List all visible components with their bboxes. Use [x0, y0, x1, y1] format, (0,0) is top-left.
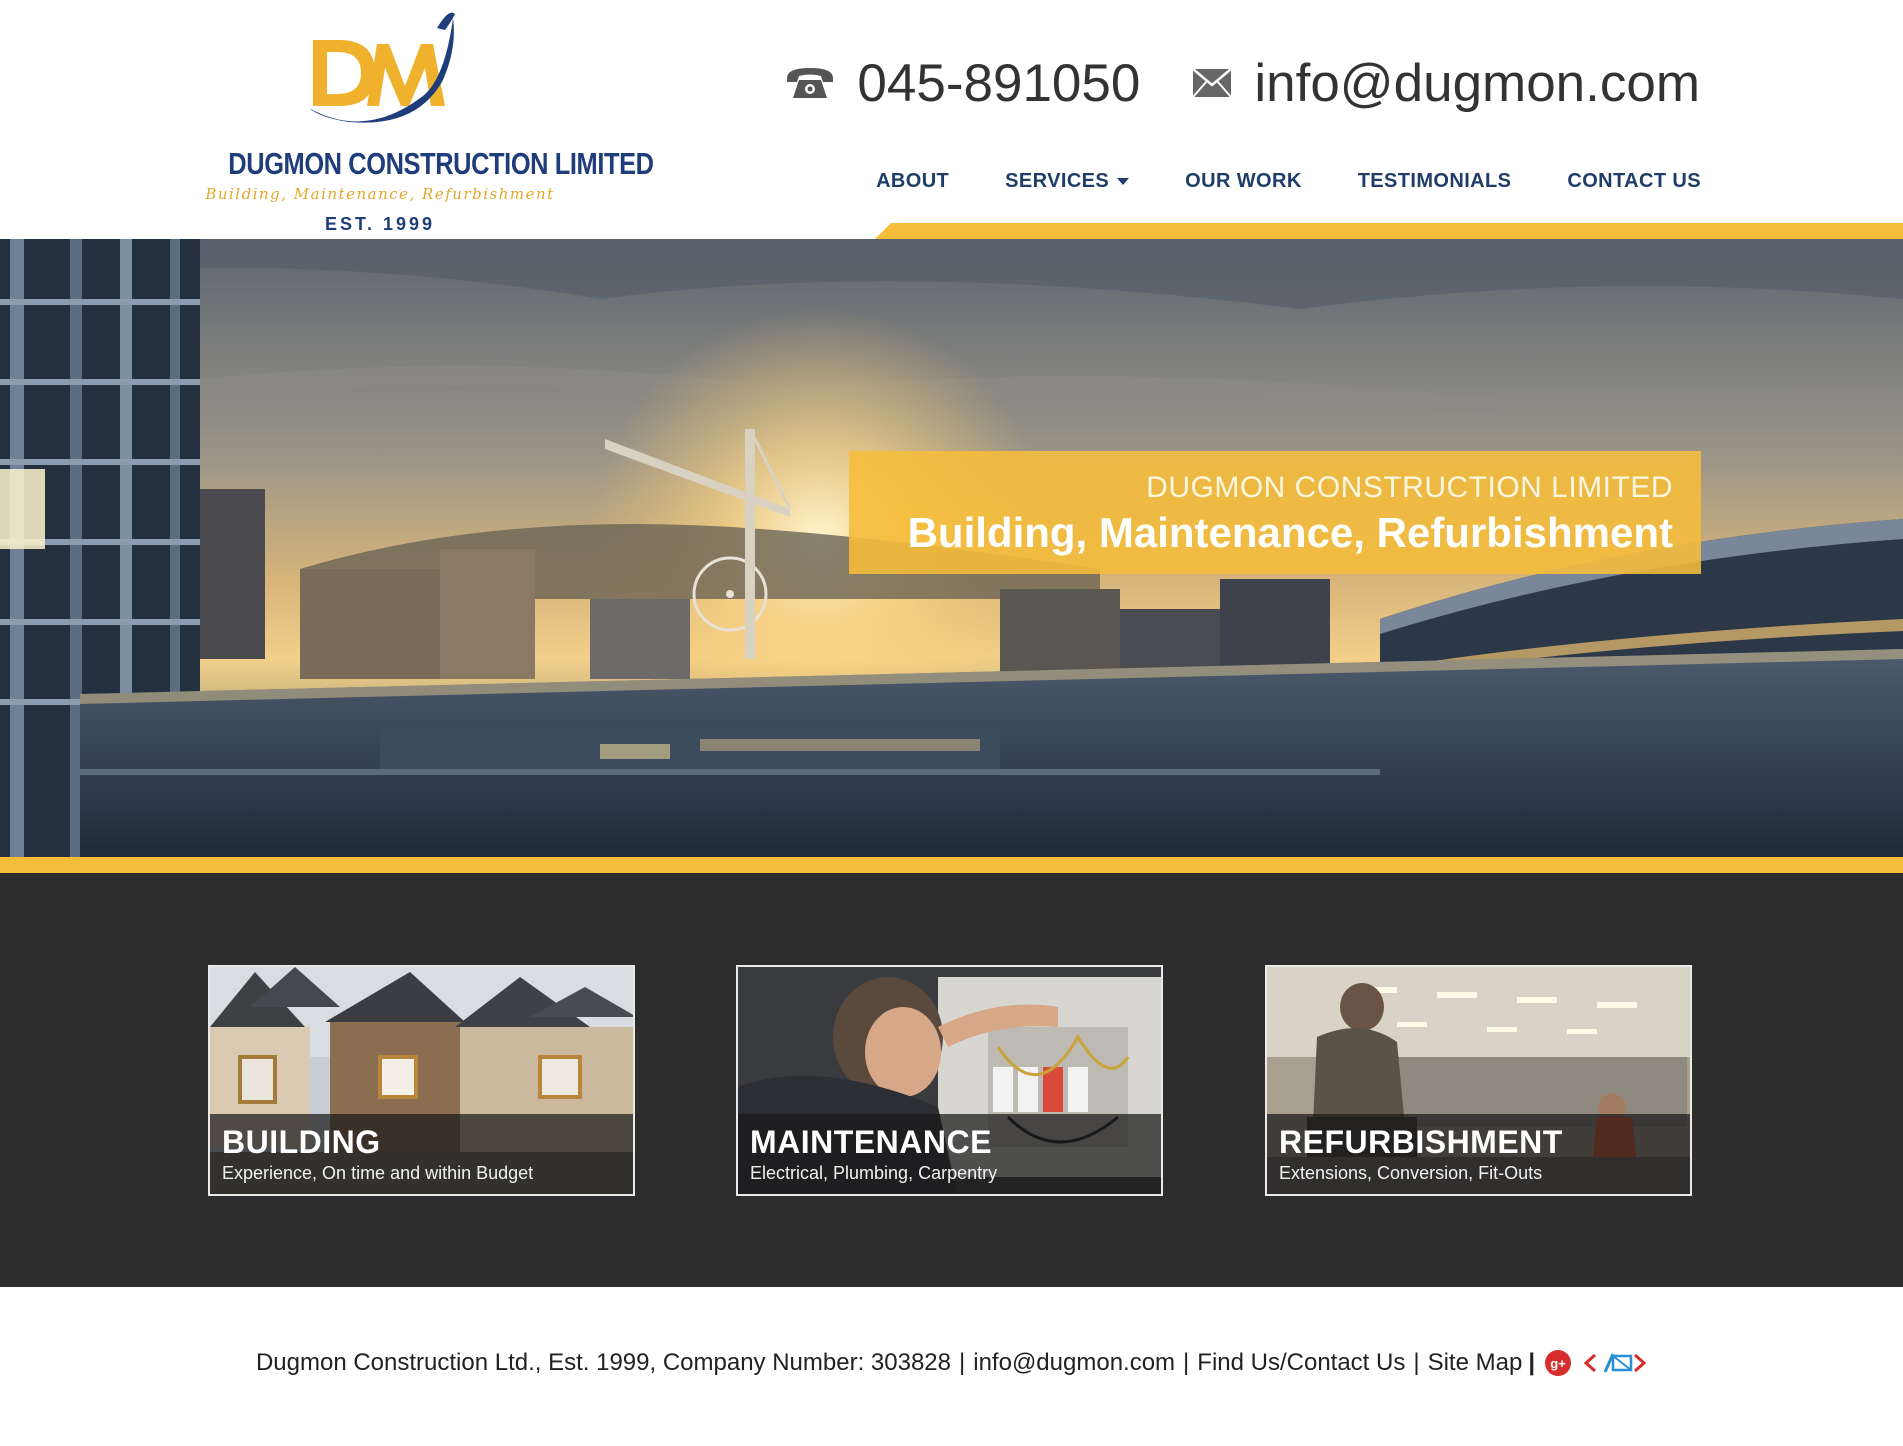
- logo-tagline: Building, Maintenance, Refurbishment: [205, 185, 555, 203]
- code-bracket-icon: [1583, 1353, 1647, 1373]
- service-title: BUILDING: [222, 1124, 381, 1160]
- nav-testimonials[interactable]: TESTIMONIALS: [1358, 170, 1512, 193]
- hero-title: Building, Maintenance, Refurbishment: [907, 509, 1673, 556]
- footer-separator: |: [1528, 1349, 1536, 1376]
- logo-company-name: DUGMON CONSTRUCTION LIMITED: [228, 146, 654, 181]
- phone-contact[interactable]: 045-891050: [785, 53, 1140, 114]
- service-caption: REFURBISHMENT Extensions, Conversion, Fi…: [1267, 1114, 1690, 1194]
- contact-bar: 045-891050 info@dugmon.com: [785, 50, 1700, 116]
- services-section: BUILDING Experience, On time and within …: [0, 873, 1903, 1287]
- phone-number: 045-891050: [857, 53, 1141, 113]
- footer-find-us-link[interactable]: Find Us/Contact Us: [1197, 1349, 1405, 1377]
- envelope-icon: [1192, 68, 1233, 98]
- main-nav: ABOUT SERVICES OUR WORK TESTIMONIALS CON…: [876, 170, 1701, 193]
- footer-separator: |: [959, 1349, 966, 1376]
- hero-kicker: DUGMON CONSTRUCTION LIMITED: [1146, 471, 1673, 504]
- hero-caption-box: DUGMON CONSTRUCTION LIMITED Building, Ma…: [849, 451, 1701, 574]
- phone-icon: [787, 68, 834, 98]
- service-subtitle: Extensions, Conversion, Fit-Outs: [1279, 1163, 1543, 1183]
- email-address: info@dugmon.com: [1254, 53, 1700, 113]
- hero-banner: DUGMON CONSTRUCTION LIMITED Building, Ma…: [0, 239, 1903, 857]
- footer-email-link[interactable]: info@dugmon.com: [973, 1349, 1175, 1377]
- company-logo[interactable]: DUGMON CONSTRUCTION LIMITED Building, Ma…: [195, 8, 654, 234]
- service-card-maintenance[interactable]: MAINTENANCE Electrical, Plumbing, Carpen…: [736, 965, 1163, 1196]
- service-title: REFURBISHMENT: [1279, 1124, 1563, 1160]
- nav-our-work[interactable]: OUR WORK: [1185, 170, 1302, 193]
- site-footer: Dugmon Construction Ltd., Est. 1999, Com…: [0, 1287, 1903, 1446]
- hero-bottom-stripe: [0, 857, 1903, 873]
- service-caption: MAINTENANCE Electrical, Plumbing, Carpen…: [738, 1114, 1161, 1194]
- service-card-refurbishment[interactable]: REFURBISHMENT Extensions, Conversion, Fi…: [1265, 965, 1692, 1196]
- service-subtitle: Electrical, Plumbing, Carpentry: [750, 1163, 998, 1183]
- service-caption: BUILDING Experience, On time and within …: [210, 1114, 633, 1194]
- header-accent-stripe: [875, 223, 1903, 239]
- nav-services[interactable]: SERVICES: [1005, 170, 1130, 193]
- footer-links: Dugmon Construction Ltd., Est. 1999, Com…: [0, 1349, 1903, 1377]
- caret-down-icon: [1117, 178, 1130, 186]
- nav-services-label: SERVICES: [1005, 170, 1110, 192]
- footer-site-map-link[interactable]: Site Map: [1428, 1349, 1523, 1377]
- dm-monogram-icon: [309, 12, 455, 123]
- service-card-building[interactable]: BUILDING Experience, On time and within …: [208, 965, 635, 1196]
- developer-logo-icon[interactable]: [1583, 1350, 1647, 1376]
- footer-separator: |: [1183, 1349, 1190, 1376]
- service-title: MAINTENANCE: [750, 1124, 992, 1160]
- footer-company-info: Dugmon Construction Ltd., Est. 1999, Com…: [255, 1349, 952, 1376]
- service-subtitle: Experience, On time and within Budget: [222, 1163, 534, 1183]
- site-header: DUGMON CONSTRUCTION LIMITED Building, Ma…: [0, 0, 1903, 239]
- google-plus-icon[interactable]: g+: [1545, 1350, 1572, 1376]
- footer-separator: |: [1413, 1349, 1420, 1376]
- logo-established: EST. 1999: [324, 214, 436, 234]
- email-contact[interactable]: info@dugmon.com: [1192, 53, 1700, 114]
- nav-about[interactable]: ABOUT: [876, 170, 949, 193]
- nav-contact-us[interactable]: CONTACT US: [1567, 170, 1701, 193]
